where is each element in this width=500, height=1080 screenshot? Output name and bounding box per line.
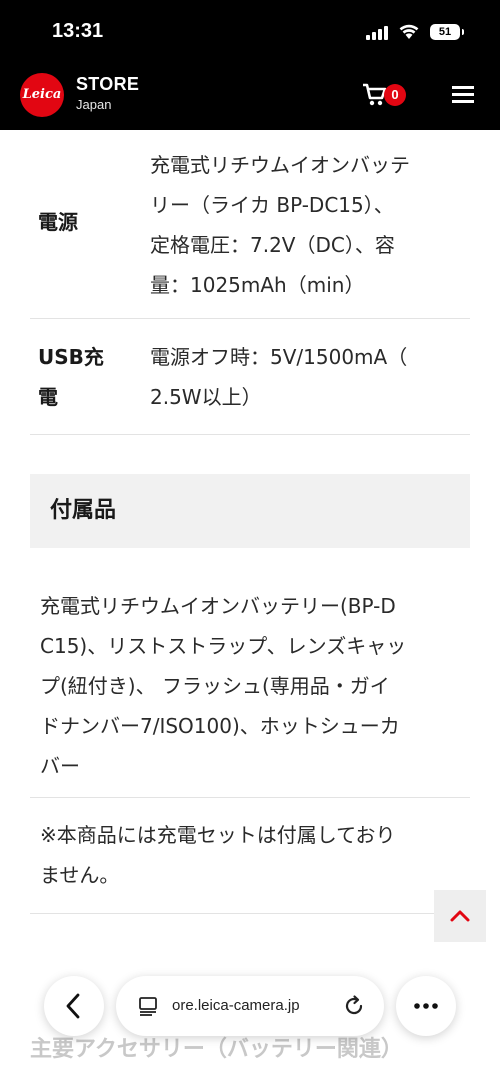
hamburger-menu-icon[interactable] [452,86,474,104]
section-title-accessories: 付属品 [50,498,117,523]
chevron-up-icon [450,910,470,922]
spec-label: 電源 [38,210,78,234]
more-options-button[interactable] [396,976,456,1036]
accessories-line: ドナンバー7/ISO100)、ホットシューカ [40,714,400,738]
scroll-to-top-button[interactable] [434,890,486,942]
spec-value-line: 電源オフ時：5V/1500mA（ [150,345,408,369]
cart-button[interactable]: 0 [362,80,412,110]
next-section-heading: 主要アクセサリー（バッテリー関連） [30,1037,403,1062]
address-bar[interactable]: ore.leica-camera.jp [116,976,384,1036]
spec-value-line: 定格電圧：7.2V（DC）、容 [150,233,395,257]
wifi-icon [399,24,419,39]
spec-value-line: リー（ライカ BP-DC15）、 [150,193,394,217]
back-button[interactable] [44,976,104,1036]
accessories-line: C15)、リストストラップ、レンズキャッ [40,634,407,658]
spec-label-line: USB充 [38,345,104,369]
reload-icon[interactable] [342,994,366,1018]
cart-count-badge: 0 [384,84,406,106]
store-region: Japan [76,97,112,112]
note-line: ※本商品には充電セットは付属しており [40,823,396,847]
spec-row-usb-charging: USB充 電 電源オフ時：5V/1500mA（ 2.5W以上） [30,319,470,435]
chevron-left-icon [66,993,80,1019]
ellipsis-icon [414,1003,438,1009]
spec-value: 電源オフ時：5V/1500mA（ 2.5W以上） [150,337,460,417]
spec-value-line: 充電式リチウムイオンバッテ [150,153,410,177]
cellular-signal-icon [366,24,390,40]
note-line: ません。 [40,863,120,887]
spec-value-line: 2.5W以上） [150,385,262,409]
battery-icon: 51 [430,24,464,40]
store-title: STORE [76,74,140,94]
spec-label-line: 電 [38,385,58,409]
accessories-line: プ(紐付き)、 フラッシュ(専用品・ガイ [40,674,390,698]
status-time: 13:31 [52,20,104,42]
spec-value-line: 量：1025mAh（min） [150,273,365,297]
accessories-line: バー [40,754,80,778]
spec-row-power: 電源 充電式リチウムイオンバッテ リー（ライカ BP-DC15）、 定格電圧：7… [30,130,470,319]
spec-value: 充電式リチウムイオンバッテ リー（ライカ BP-DC15）、 定格電圧：7.2V… [150,145,460,305]
accessories-list: 充電式リチウムイオンバッテリー(BP-D C15)、リストストラップ、レンズキャ… [30,566,470,798]
spec-label: USB充 電 [38,337,104,417]
url-text[interactable]: ore.leica-camera.jp [172,976,342,1036]
status-bar: 13:31 51 [0,0,500,62]
accessories-line: 充電式リチウムイオンバッテリー(BP-D [40,594,396,618]
leica-logo[interactable]: Leica [20,73,64,117]
accessories-note: ※本商品には充電セットは付属しており ません。 [30,799,470,914]
site-header: Leica STORE Japan 0 [0,62,500,130]
reader-mode-icon[interactable] [138,996,158,1016]
section-heading-band: 付属品 [30,474,470,548]
